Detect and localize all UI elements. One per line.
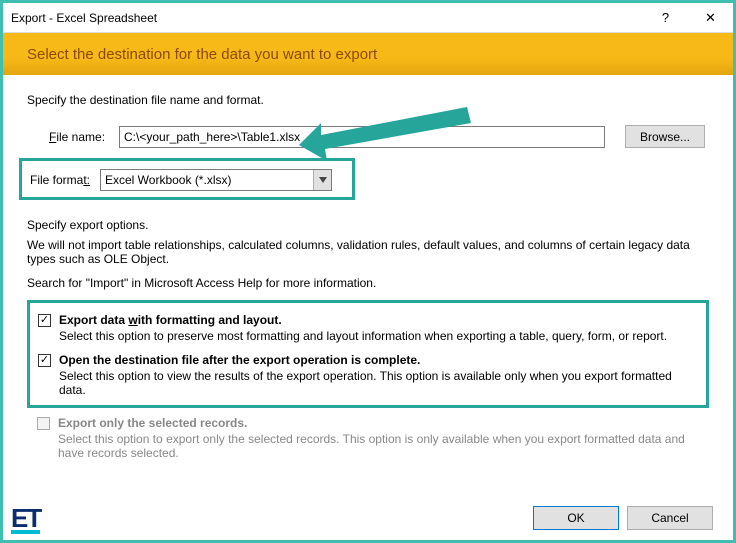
banner: Select the destination for the data you … bbox=[3, 33, 733, 75]
window-controls: ? ✕ bbox=[643, 3, 733, 33]
option-export-formatting-desc: Select this option to preserve most form… bbox=[59, 329, 667, 343]
help-icon[interactable]: ? bbox=[643, 3, 688, 33]
option-open-after-export-title: Open the destination file after the expo… bbox=[59, 353, 698, 367]
fileformat-combo[interactable]: Excel Workbook (*.xlsx) bbox=[100, 169, 332, 191]
dialog-buttons: OK Cancel bbox=[533, 506, 713, 530]
content-area: Specify the destination file name and fo… bbox=[3, 75, 733, 460]
chevron-down-icon[interactable] bbox=[313, 170, 331, 190]
option-open-after-export-desc: Select this option to view the results o… bbox=[59, 369, 698, 397]
checkbox-selected-records bbox=[37, 417, 50, 430]
window-title: Export - Excel Spreadsheet bbox=[11, 11, 643, 25]
option-export-formatting[interactable]: Export data with formatting and layout. … bbox=[38, 313, 698, 343]
fileformat-label: File format: bbox=[22, 173, 100, 187]
watermark-logo: ET bbox=[11, 503, 40, 534]
option-selected-records-desc: Select this option to export only the se… bbox=[58, 432, 709, 460]
option-open-after-export[interactable]: Open the destination file after the expo… bbox=[38, 353, 698, 397]
option-selected-records: Export only the selected records. Select… bbox=[27, 416, 709, 460]
import-warning: We will not import table relationships, … bbox=[27, 238, 709, 266]
option-export-formatting-title: Export data with formatting and layout. bbox=[59, 313, 667, 327]
banner-heading: Select the destination for the data you … bbox=[27, 46, 377, 63]
options-section-label: Specify export options. bbox=[27, 218, 709, 232]
close-icon[interactable]: ✕ bbox=[688, 3, 733, 33]
checkbox-export-formatting[interactable] bbox=[38, 314, 51, 327]
fileformat-value: Excel Workbook (*.xlsx) bbox=[101, 173, 313, 187]
option-selected-records-title: Export only the selected records. bbox=[58, 416, 709, 430]
export-dialog: Export - Excel Spreadsheet ? ✕ Select th… bbox=[0, 0, 736, 543]
checkbox-open-after-export[interactable] bbox=[38, 354, 51, 367]
cancel-button[interactable]: Cancel bbox=[627, 506, 713, 530]
file-format-highlight: File format: Excel Workbook (*.xlsx) bbox=[19, 158, 355, 200]
browse-button[interactable]: Browse... bbox=[625, 125, 705, 148]
filename-input[interactable] bbox=[119, 126, 605, 148]
filename-label: File name: bbox=[49, 130, 119, 144]
ok-button[interactable]: OK bbox=[533, 506, 619, 530]
export-options-highlight: Export data with formatting and layout. … bbox=[27, 300, 709, 408]
search-hint: Search for "Import" in Microsoft Access … bbox=[27, 276, 709, 290]
destination-section-label: Specify the destination file name and fo… bbox=[27, 93, 709, 107]
titlebar: Export - Excel Spreadsheet ? ✕ bbox=[3, 3, 733, 33]
